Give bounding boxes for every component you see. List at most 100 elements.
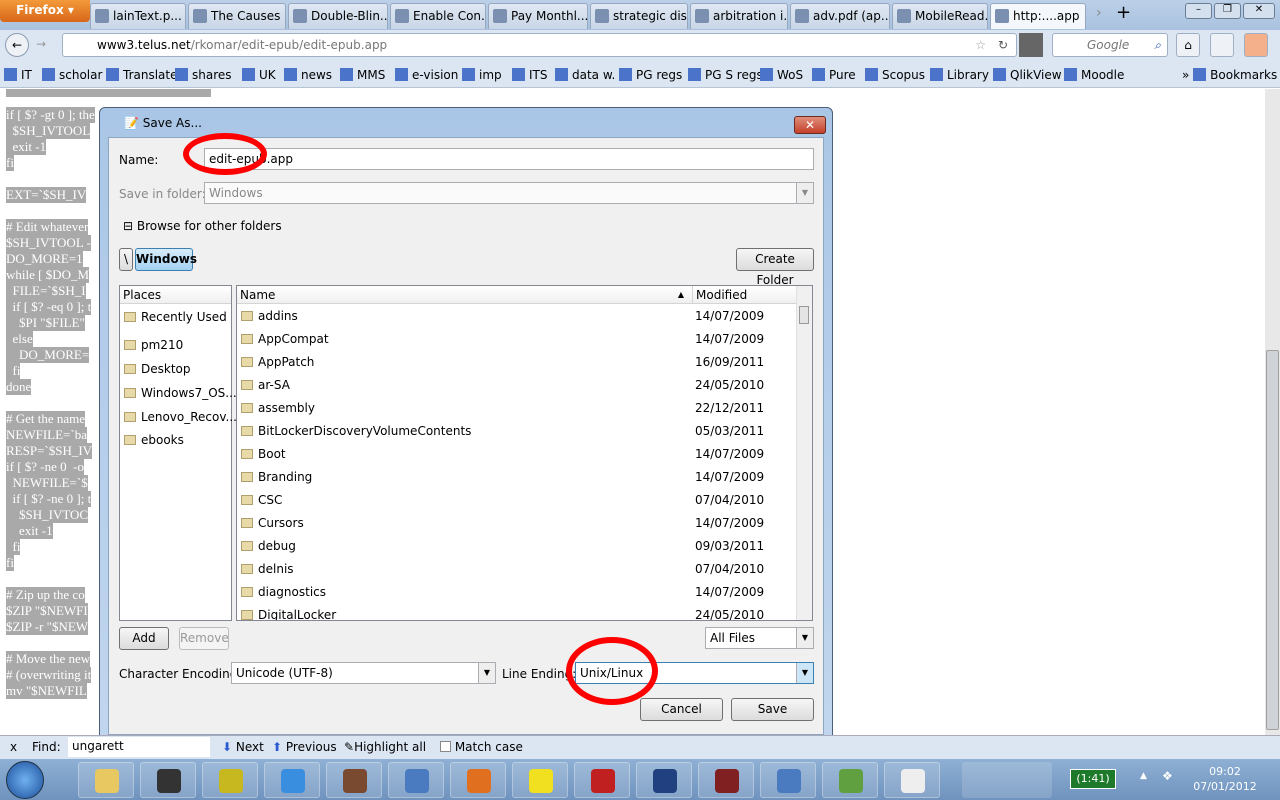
file-row[interactable]: DigitalLocker 24/05/2010	[241, 604, 796, 620]
new-tab-button[interactable]: +	[1116, 2, 1131, 23]
back-button[interactable]: ←	[5, 33, 29, 57]
find-previous-button[interactable]: ⬆ Previous	[272, 740, 337, 754]
taskbar-thunderbird-button[interactable]	[388, 762, 444, 798]
tab-7[interactable]: adv.pdf (ap...	[790, 3, 890, 29]
find-next-button[interactable]: ⬇ Next	[222, 740, 264, 754]
taskbar-laptop-app-button[interactable]	[140, 762, 196, 798]
encoding-dropdown[interactable]: Unicode (UTF-8) ▼	[231, 662, 496, 684]
tab-2[interactable]: Double-Blin...	[288, 3, 388, 29]
bookmark-14[interactable]: Pure	[812, 68, 856, 82]
bookmark-2[interactable]: Translate	[106, 68, 178, 82]
taskbar-notepad-button[interactable]	[884, 762, 940, 798]
file-row[interactable]: diagnostics 14/07/2009	[241, 581, 796, 604]
taskbar-lock-app-button[interactable]	[202, 762, 258, 798]
bookmark-3[interactable]: shares	[175, 68, 232, 82]
find-input[interactable]: ungarett	[68, 737, 210, 757]
tab-5[interactable]: strategic dis...	[590, 3, 688, 29]
search-input[interactable]: Google ⌕	[1052, 33, 1168, 57]
column-name[interactable]: Name ▲	[237, 286, 692, 304]
persona-button[interactable]	[1244, 33, 1268, 57]
file-row[interactable]: Boot 14/07/2009	[241, 443, 796, 466]
taskbar-acrobat-button[interactable]	[574, 762, 630, 798]
bookmark-star-icon[interactable]: ☆	[975, 34, 986, 56]
place-item[interactable]: ebooks	[124, 433, 184, 447]
dropbox-icon[interactable]: ❖	[1162, 769, 1173, 783]
home-button[interactable]: ⌂	[1176, 33, 1200, 57]
network-signal-icon[interactable]	[962, 762, 1052, 798]
bookmark-12[interactable]: PG S regs	[688, 68, 763, 82]
taskbar-explorer-button[interactable]	[78, 762, 134, 798]
place-item[interactable]: Lenovo_Recov...	[124, 410, 237, 424]
search-icon[interactable]: ⌕	[1154, 34, 1161, 56]
column-modified[interactable]: Modified	[692, 286, 797, 304]
file-row[interactable]: ar-SA 24/05/2010	[241, 374, 796, 397]
addon-book-button[interactable]	[1210, 33, 1234, 57]
bookmark-10[interactable]: data w.	[555, 68, 615, 82]
bookmark-9[interactable]: ITS	[512, 68, 548, 82]
addon-icon[interactable]	[1019, 33, 1043, 57]
place-item[interactable]: pm210	[124, 338, 183, 352]
place-item[interactable]: Windows7_OS...	[124, 386, 237, 400]
url-bar[interactable]: www3.telus.net/rkomar/edit-epub/edit-epu…	[62, 33, 1017, 57]
clock[interactable]: 09:02 07/01/2012	[1185, 764, 1265, 794]
bookmarks-menu[interactable]: » Bookmarks	[1182, 68, 1277, 82]
file-row[interactable]: debug 09/03/2011	[241, 535, 796, 558]
taskbar-internet-explorer-button[interactable]	[264, 762, 320, 798]
file-list-scrollbar[interactable]	[796, 286, 812, 620]
taskbar-s-app-button[interactable]	[698, 762, 754, 798]
path-windows-button[interactable]: Windows	[135, 248, 197, 271]
bookmark-17[interactable]: QlikView	[993, 68, 1062, 82]
taskbar-3d-app-button[interactable]	[636, 762, 692, 798]
remove-place-button[interactable]: Remove	[179, 627, 229, 650]
bookmark-5[interactable]: news	[284, 68, 332, 82]
bookmark-16[interactable]: Library	[930, 68, 989, 82]
forward-button[interactable]: →	[36, 37, 46, 51]
path-root-button[interactable]: \	[119, 248, 133, 271]
firefox-menu-button[interactable]: Firefox ▾	[0, 0, 90, 22]
bookmark-15[interactable]: Scopus	[865, 68, 925, 82]
file-row[interactable]: delnis 07/04/2010	[241, 558, 796, 581]
taskbar-media-app-button[interactable]	[512, 762, 568, 798]
dialog-close-button[interactable]: ✕	[794, 116, 826, 134]
create-folder-button[interactable]: Create Folder	[736, 248, 814, 287]
find-close-button[interactable]: x	[10, 740, 17, 754]
start-button[interactable]	[6, 761, 44, 799]
save-in-dropdown[interactable]: Windows ▼	[204, 182, 814, 204]
file-row[interactable]: assembly 22/12/2011	[241, 397, 796, 420]
file-row[interactable]: AppCompat 14/07/2009	[241, 328, 796, 351]
show-hidden-icons-button[interactable]: ▲	[1140, 771, 1147, 781]
restore-button[interactable]: ❐	[1214, 3, 1241, 19]
tab-0[interactable]: lainText.p...	[90, 3, 186, 29]
bookmark-0[interactable]: IT	[4, 68, 32, 82]
bookmark-7[interactable]: e-vision	[395, 68, 458, 82]
bookmark-11[interactable]: PG regs	[619, 68, 682, 82]
reload-icon[interactable]: ↻	[998, 34, 1008, 56]
tab-scroll-right-icon[interactable]: ›	[1096, 5, 1102, 21]
battery-indicator[interactable]: (1:41)	[1070, 769, 1116, 789]
tab-3[interactable]: Enable Con...	[390, 3, 486, 29]
tab-4[interactable]: Pay Monthl...	[488, 3, 588, 29]
taskbar-cube-app-button[interactable]	[822, 762, 878, 798]
file-row[interactable]: AppPatch 16/09/2011	[241, 351, 796, 374]
file-row[interactable]: BitLockerDiscoveryVolumeContents 05/03/20…	[241, 420, 796, 443]
file-row[interactable]: addins 14/07/2009	[241, 305, 796, 328]
bookmark-18[interactable]: Moodle	[1064, 68, 1124, 82]
close-window-button[interactable]: ✕	[1243, 3, 1275, 19]
bookmark-1[interactable]: scholar	[42, 68, 102, 82]
place-item[interactable]: Desktop	[124, 362, 191, 376]
name-input[interactable]: edit-epub.app	[204, 148, 814, 170]
file-row[interactable]: Cursors 14/07/2009	[241, 512, 796, 535]
tab-6[interactable]: arbitration i...	[690, 3, 788, 29]
file-filter-dropdown[interactable]: All Files ▼	[705, 627, 814, 649]
highlight-all-button[interactable]: ✎Highlight all	[344, 740, 426, 754]
save-button[interactable]: Save	[731, 698, 814, 721]
browse-expander[interactable]: ⊟ Browse for other folders	[123, 219, 282, 233]
tab-1[interactable]: The Causes ...	[188, 3, 286, 29]
place-item[interactable]: Recently Used	[124, 310, 227, 324]
bookmark-4[interactable]: UK	[242, 68, 276, 82]
add-place-button[interactable]: Add	[119, 627, 169, 650]
bookmark-13[interactable]: WoS	[760, 68, 803, 82]
file-row[interactable]: CSC 07/04/2010	[241, 489, 796, 512]
file-row[interactable]: Branding 14/07/2009	[241, 466, 796, 489]
minimize-button[interactable]: –	[1185, 3, 1212, 19]
